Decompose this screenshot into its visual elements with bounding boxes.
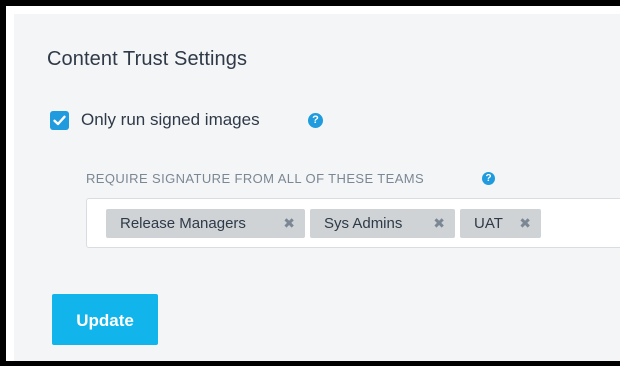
close-icon[interactable]: ✖: [519, 209, 531, 238]
team-tag-label: UAT: [474, 215, 503, 232]
close-icon[interactable]: ✖: [433, 209, 445, 238]
section-title: Content Trust Settings: [47, 48, 248, 70]
team-tag-label: Sys Admins: [324, 215, 403, 232]
require-signature-label: REQUIRE SIGNATURE FROM ALL OF THESE TEAM…: [86, 171, 425, 186]
team-tag-label: Release Managers: [120, 215, 246, 232]
team-tag: Sys Admins ✖: [310, 209, 455, 238]
team-tag: UAT ✖: [460, 209, 541, 238]
checkmark-icon: [53, 115, 66, 126]
teams-tag-input[interactable]: Release Managers ✖ Sys Admins ✖ UAT ✖: [86, 198, 620, 248]
question-circle-icon[interactable]: ?: [482, 172, 495, 185]
team-tag: Release Managers ✖: [106, 209, 305, 238]
close-icon[interactable]: ✖: [283, 209, 295, 238]
question-circle-icon[interactable]: ?: [308, 113, 323, 128]
window-frame: Content Trust Settings Only run signed i…: [6, 6, 620, 361]
only-run-signed-images-label[interactable]: Only run signed images: [81, 110, 260, 130]
update-button[interactable]: Update: [52, 294, 158, 345]
only-run-signed-images-checkbox[interactable]: [50, 111, 69, 130]
